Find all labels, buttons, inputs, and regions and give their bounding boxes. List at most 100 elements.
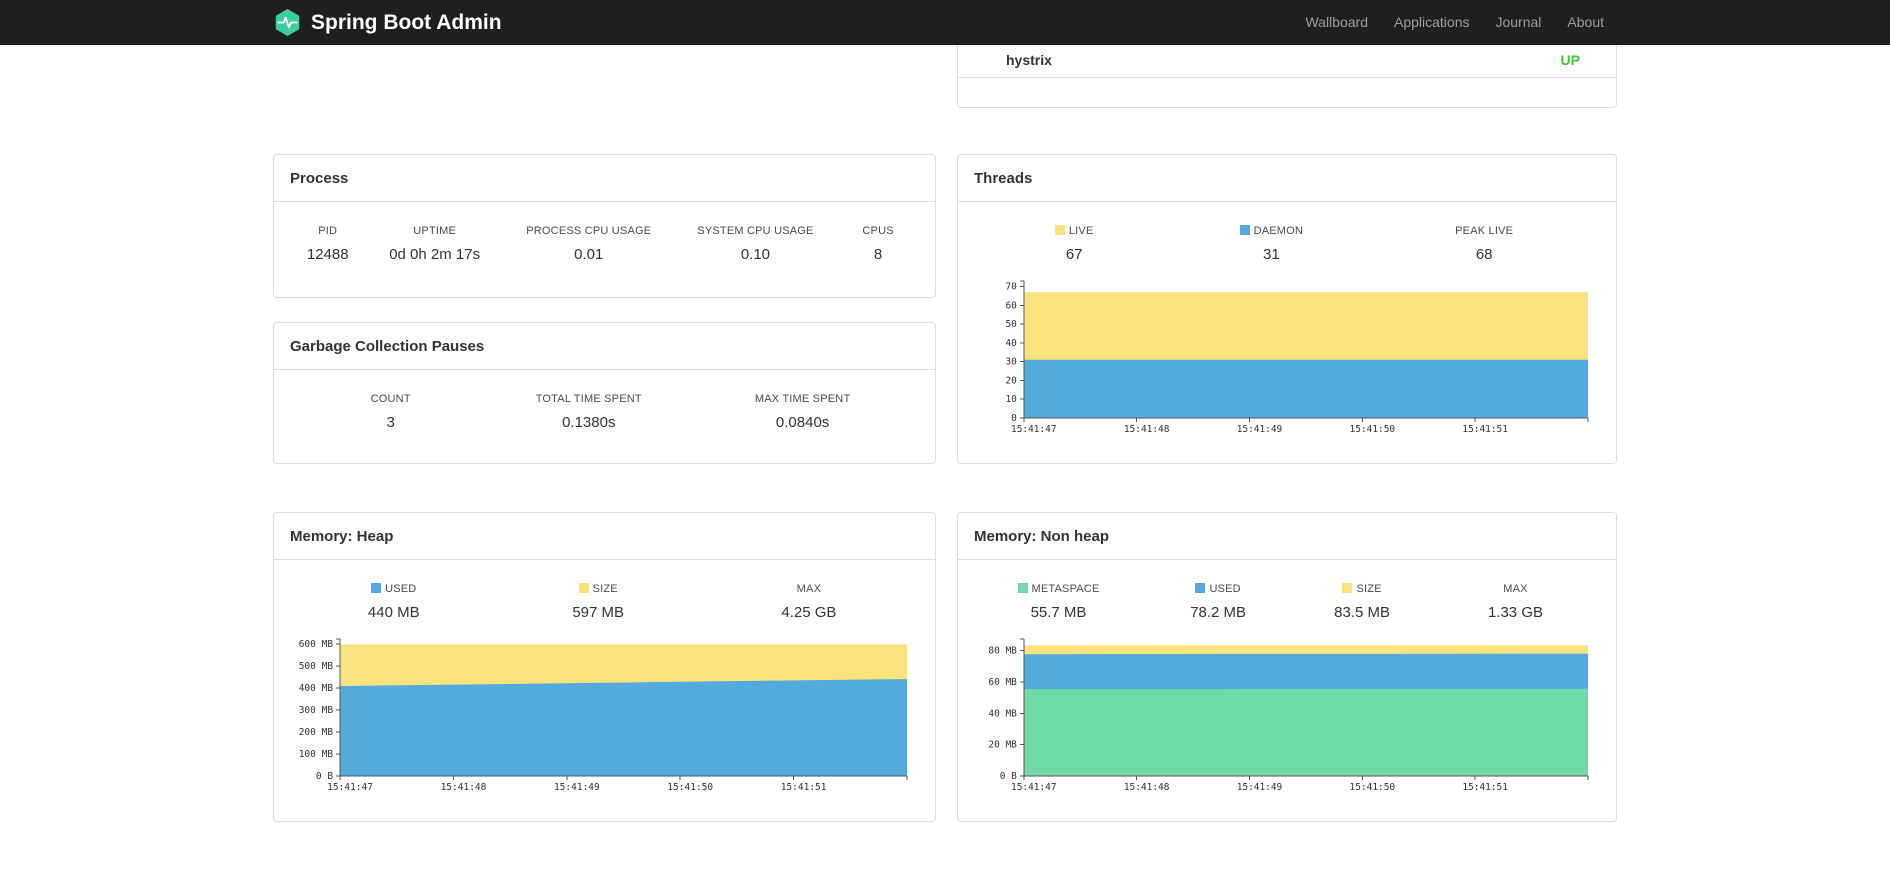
- stat-value: 0.10: [740, 246, 771, 263]
- svg-text:15:41:48: 15:41:48: [1124, 424, 1170, 435]
- svg-text:50: 50: [1005, 319, 1017, 330]
- threads-chart: 0 10 20 30 40 50 60 70 15:41:47 15:41:48 15:41:49 1…: [1005, 280, 1589, 435]
- legend-item-max: MAX 1.33 GB: [1431, 583, 1600, 621]
- stat-value: 8: [873, 246, 883, 263]
- legend-swatch-metaspace: [1017, 583, 1028, 593]
- legend-label: USED: [385, 583, 417, 595]
- svg-text:0: 0: [1011, 413, 1017, 424]
- navbar-container: Spring Boot Admin Wallboard Applications…: [273, 0, 1617, 45]
- legend-label: MAX: [796, 583, 822, 595]
- stat-gc-max-time: MAX TIME SPENT 0.0840s: [686, 393, 919, 431]
- svg-text:15:41:50: 15:41:50: [1350, 782, 1396, 793]
- legend-label: USED: [1209, 583, 1241, 595]
- svg-text:15:41:47: 15:41:47: [327, 782, 373, 793]
- legend-item-metaspace: METASPACE 55.7 MB: [974, 583, 1143, 621]
- svg-text:15:41:49: 15:41:49: [554, 782, 600, 793]
- service-status-panel: hystrix UP: [957, 45, 1617, 108]
- legend-swatch-used: [371, 583, 382, 593]
- svg-text:40 MB: 40 MB: [988, 708, 1017, 719]
- svg-text:20 MB: 20 MB: [988, 740, 1017, 751]
- stat-header: SYSTEM CPU USAGE: [697, 225, 814, 237]
- memory-heap-panel: Memory: Heap USED 440 MB SIZE 597 MB MAX…: [273, 512, 936, 822]
- stat-gc-count: COUNT 3: [290, 393, 491, 431]
- memory-non-heap-chart: 0 B 20 MB 40 MB 60 MB 80 MB 15:41:47 15:41:48 1…: [988, 638, 1589, 793]
- stat-header: CPUS: [862, 225, 894, 237]
- top-row-spacer: [273, 45, 936, 108]
- legend-label: SIZE: [1356, 583, 1382, 595]
- legend-item-max: MAX 4.25 GB: [699, 583, 919, 621]
- svg-text:15:41:50: 15:41:50: [667, 782, 713, 793]
- svg-text:15:41:51: 15:41:51: [1462, 424, 1508, 435]
- svg-text:20: 20: [1005, 375, 1017, 386]
- svg-text:40: 40: [1005, 338, 1017, 349]
- legend-item-size: SIZE 83.5 MB: [1293, 583, 1431, 621]
- legend-value: 68: [1475, 246, 1493, 263]
- nav-link-wallboard[interactable]: Wallboard: [1292, 0, 1381, 45]
- panel-title-threads: Threads: [958, 155, 1616, 202]
- stat-pid: PID 12488: [290, 225, 365, 263]
- svg-text:30: 30: [1005, 357, 1017, 368]
- legend-swatch-size: [578, 583, 589, 593]
- stat-header: PID: [318, 225, 338, 237]
- gc-panel-body: COUNT 3 TOTAL TIME SPENT 0.1380s MAX TIM…: [274, 370, 935, 431]
- memory-heap-body: USED 440 MB SIZE 597 MB MAX 4.25 GB 0 B …: [274, 560, 935, 796]
- nav-link-journal[interactable]: Journal: [1482, 0, 1554, 45]
- legend-swatch-daemon: [1239, 225, 1250, 235]
- brand-title: Spring Boot Admin: [311, 10, 502, 34]
- svg-text:200 MB: 200 MB: [299, 727, 334, 738]
- svg-text:15:41:51: 15:41:51: [781, 782, 827, 793]
- legend-item-size: SIZE 597 MB: [498, 583, 699, 621]
- legend-label: MAX: [1503, 583, 1528, 595]
- svg-text:500 MB: 500 MB: [299, 661, 334, 672]
- svg-text:400 MB: 400 MB: [299, 683, 334, 694]
- stat-header: COUNT: [370, 393, 411, 405]
- stat-cpus: CPUS 8: [837, 225, 919, 263]
- legend-item-used: USED 78.2 MB: [1143, 583, 1293, 621]
- spring-boot-admin-logo-icon: [273, 8, 302, 37]
- process-panel: Process PID 12488 UPTIME 0d 0h 2m 17s PR…: [273, 154, 936, 298]
- nav-link-about[interactable]: About: [1554, 0, 1617, 45]
- svg-text:60 MB: 60 MB: [988, 677, 1017, 688]
- legend-value: 78.2 MB: [1190, 604, 1247, 621]
- svg-text:60: 60: [1005, 300, 1017, 311]
- legend-label: SIZE: [592, 583, 618, 595]
- status-badge: UP: [1560, 52, 1580, 68]
- legend-value: 55.7 MB: [1030, 604, 1087, 621]
- legend-swatch-live: [1054, 225, 1065, 235]
- svg-text:15:41:47: 15:41:47: [1011, 424, 1057, 435]
- brand[interactable]: Spring Boot Admin: [273, 8, 502, 37]
- legend-item-daemon: DAEMON 31: [1174, 225, 1368, 263]
- svg-text:10: 10: [1005, 394, 1017, 405]
- svg-text:0 B: 0 B: [1000, 771, 1017, 782]
- legend-value: 597 MB: [572, 604, 625, 621]
- svg-text:100 MB: 100 MB: [299, 749, 334, 760]
- panel-title-memory-heap: Memory: Heap: [274, 513, 935, 560]
- legend-swatch-used: [1195, 583, 1206, 593]
- service-status-row[interactable]: hystrix UP: [958, 45, 1616, 78]
- legend-swatch-size: [1342, 583, 1353, 593]
- svg-text:70: 70: [1005, 282, 1017, 293]
- top-navbar: Spring Boot Admin Wallboard Applications…: [0, 0, 1890, 45]
- stat-value: 0.1380s: [562, 414, 616, 431]
- nav-link-applications[interactable]: Applications: [1381, 0, 1483, 45]
- process-panel-body: PID 12488 UPTIME 0d 0h 2m 17s PROCESS CP…: [274, 202, 935, 263]
- svg-text:15:41:51: 15:41:51: [1462, 782, 1508, 793]
- stat-header: MAX TIME SPENT: [754, 393, 851, 405]
- svg-text:15:41:48: 15:41:48: [441, 782, 487, 793]
- stat-header: UPTIME: [413, 225, 457, 237]
- svg-text:15:41:49: 15:41:49: [1237, 424, 1283, 435]
- stat-value: 0.01: [574, 246, 604, 263]
- right-column: Threads LIVE 67 DAEMON 31 PEAK LIVE 68 0…: [957, 154, 1617, 822]
- svg-text:600 MB: 600 MB: [299, 639, 334, 650]
- left-column: Process PID 12488 UPTIME 0d 0h 2m 17s PR…: [273, 154, 936, 822]
- stat-system-cpu-usage: SYSTEM CPU USAGE 0.10: [674, 225, 838, 263]
- svg-text:15:41:50: 15:41:50: [1350, 424, 1396, 435]
- top-row-right: hystrix UP: [957, 45, 1617, 108]
- svg-text:300 MB: 300 MB: [299, 705, 334, 716]
- legend-value: 1.33 GB: [1487, 604, 1543, 621]
- navbar-links: Wallboard Applications Journal About: [1292, 0, 1617, 45]
- legend-item-peak-live: PEAK LIVE 68: [1368, 225, 1600, 263]
- svg-text:15:41:47: 15:41:47: [1011, 782, 1057, 793]
- svg-text:0 B: 0 B: [316, 771, 333, 782]
- process-stats: PID 12488 UPTIME 0d 0h 2m 17s PROCESS CP…: [290, 225, 919, 263]
